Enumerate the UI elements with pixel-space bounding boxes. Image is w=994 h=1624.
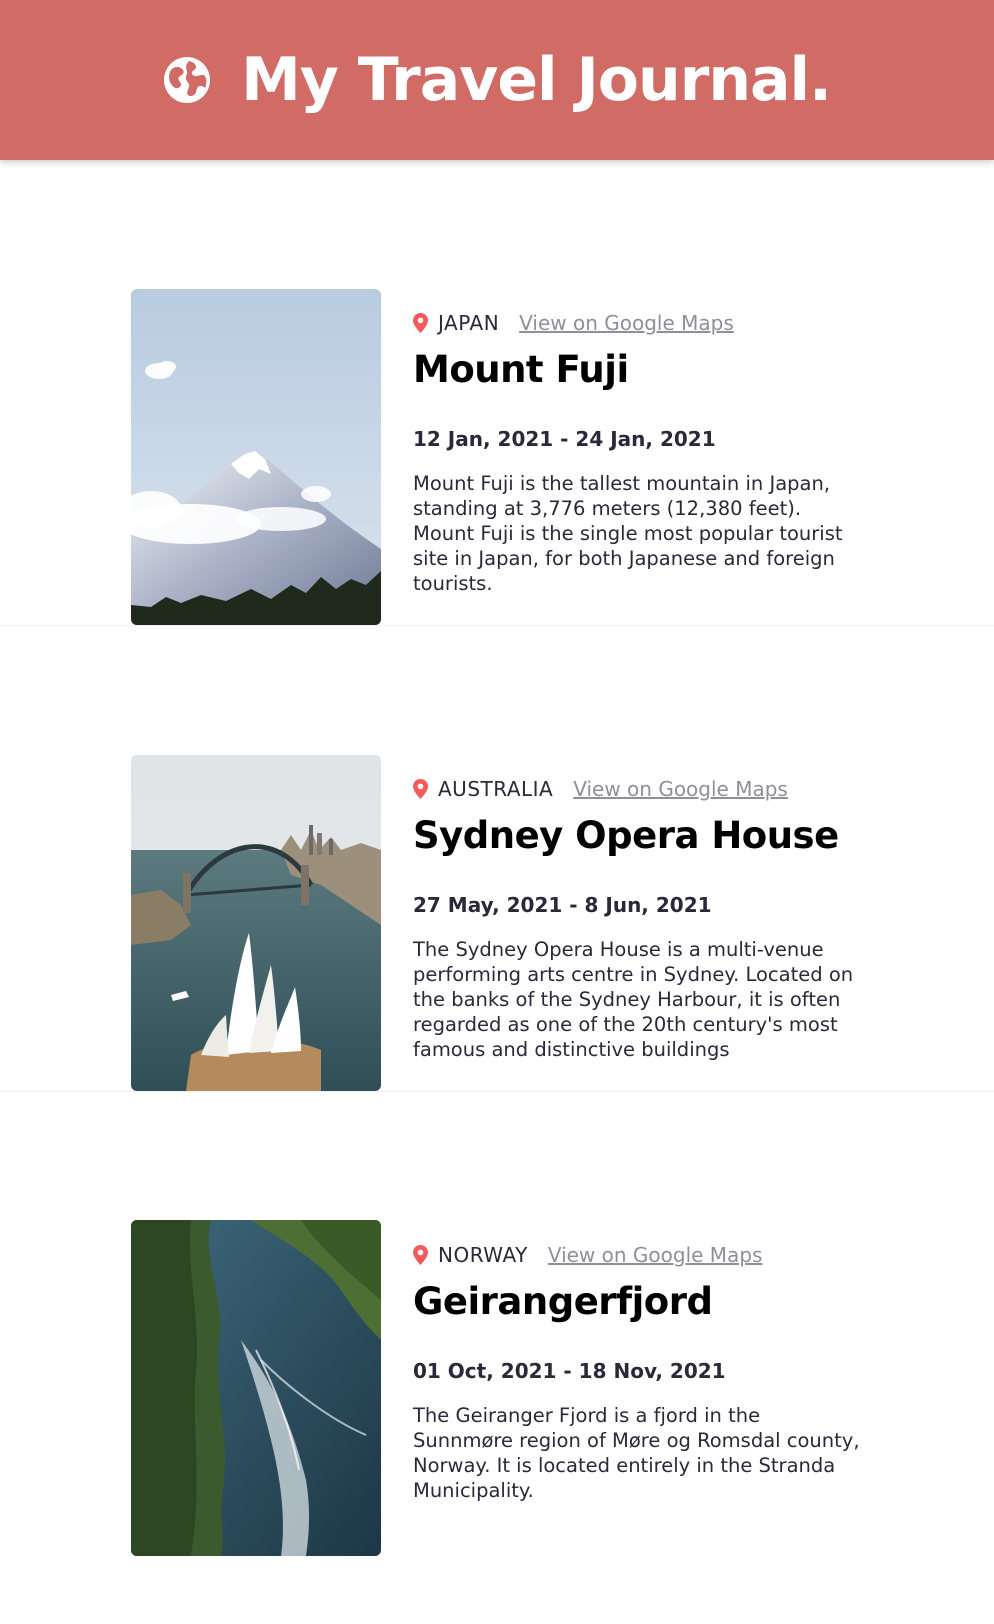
globe-icon: [164, 57, 211, 103]
journal-entry-sydney-opera-house: AUSTRALIA View on Google Maps Sydney Ope…: [0, 626, 994, 1092]
entry-dates: 27 May, 2021 - 8 Jun, 2021: [413, 893, 712, 917]
google-maps-link[interactable]: View on Google Maps: [519, 311, 734, 335]
location-pin-icon: [413, 313, 428, 333]
entry-description: Mount Fuji is the tallest mountain in Ja…: [413, 472, 843, 595]
entry-dates: 12 Jan, 2021 - 24 Jan, 2021: [413, 427, 716, 451]
mount-fuji-photo: [131, 289, 381, 625]
journal-entry-geirangerfjord: NORWAY View on Google Maps Geirangerfjor…: [0, 1092, 994, 1558]
page-header: My Travel Journal.: [0, 0, 994, 160]
entry-meta: JAPAN View on Google Maps: [413, 310, 863, 336]
entry-content: JAPAN View on Google Maps Mount Fuji 12 …: [413, 310, 863, 596]
page-title: My Travel Journal.: [241, 45, 832, 115]
entry-description: The Geiranger Fjord is a fjord in the Su…: [413, 1404, 860, 1502]
entry-title: Sydney Opera House: [413, 814, 839, 857]
entry-content: AUSTRALIA View on Google Maps Sydney Ope…: [413, 776, 863, 1062]
entry-country: JAPAN: [438, 311, 500, 335]
geirangerfjord-photo: [131, 1220, 381, 1556]
location-pin-icon: [413, 779, 428, 799]
entry-meta: NORWAY View on Google Maps: [413, 1242, 863, 1268]
sydney-opera-house-photo: [131, 755, 381, 1091]
entry-description: The Sydney Opera House is a multi-venue …: [413, 938, 854, 1061]
entry-title: Mount Fuji: [413, 348, 629, 391]
entry-country: NORWAY: [438, 1243, 528, 1267]
entry-meta: AUSTRALIA View on Google Maps: [413, 776, 863, 802]
entry-dates: 01 Oct, 2021 - 18 Nov, 2021: [413, 1359, 726, 1383]
journal-entry-mount-fuji: JAPAN View on Google Maps Mount Fuji 12 …: [0, 160, 994, 626]
location-pin-icon: [413, 1245, 428, 1265]
google-maps-link[interactable]: View on Google Maps: [573, 777, 788, 801]
entry-country: AUSTRALIA: [438, 777, 554, 801]
google-maps-link[interactable]: View on Google Maps: [548, 1243, 763, 1267]
entry-title: Geirangerfjord: [413, 1280, 713, 1323]
entry-content: NORWAY View on Google Maps Geirangerfjor…: [413, 1242, 863, 1503]
